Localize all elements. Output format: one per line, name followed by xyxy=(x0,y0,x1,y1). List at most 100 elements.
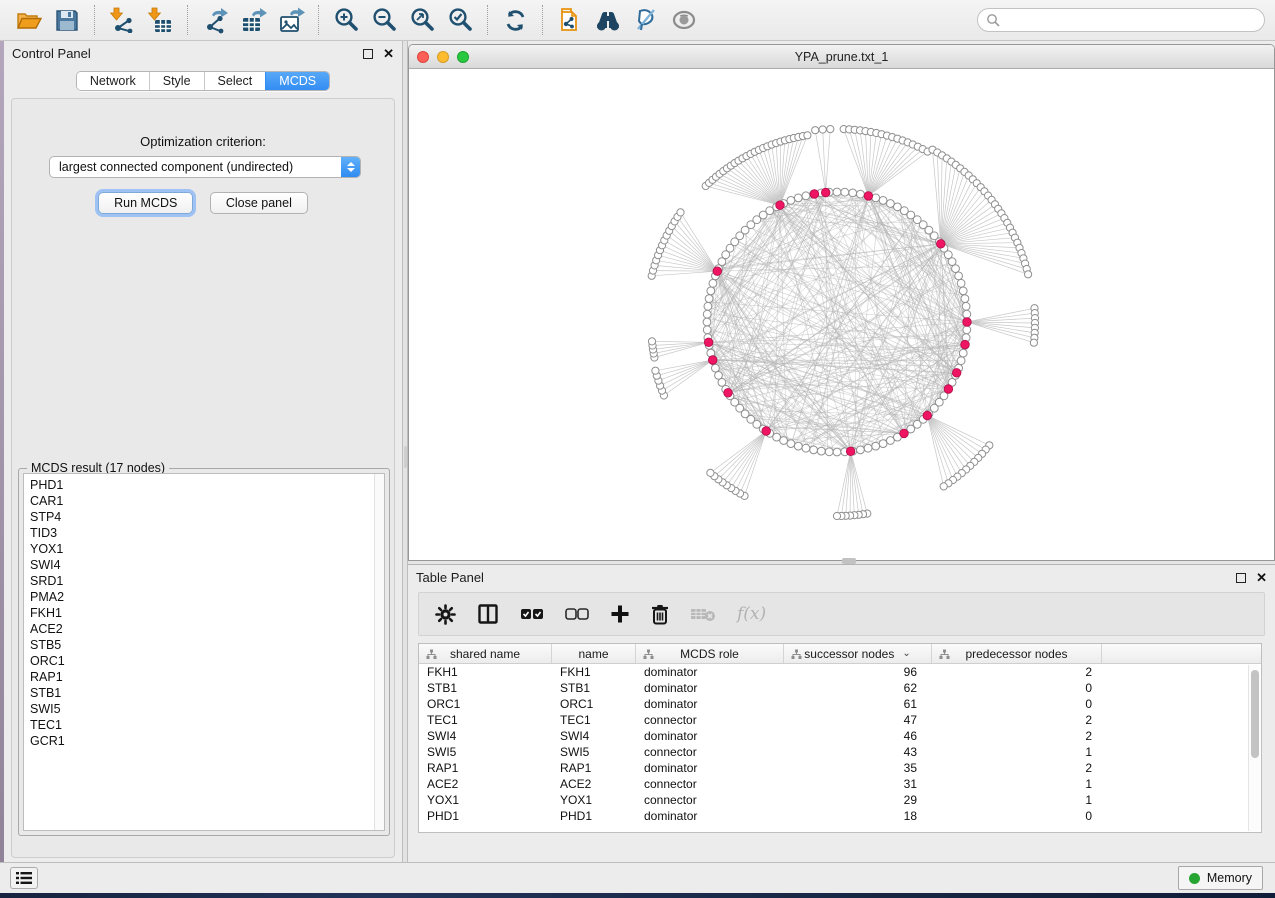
network-canvas[interactable] xyxy=(409,69,1274,560)
memory-label: Memory xyxy=(1207,871,1252,885)
search-field[interactable] xyxy=(977,8,1265,32)
import-network-button[interactable] xyxy=(106,4,138,36)
mcds-result-node[interactable]: PMA2 xyxy=(30,589,378,605)
tab-style[interactable]: Style xyxy=(149,72,204,90)
mcds-result-node[interactable]: PHD1 xyxy=(30,477,378,493)
table-row[interactable]: PHD1 PHD1 dominator 18 0 xyxy=(419,808,1261,824)
mcds-result-node[interactable]: STB5 xyxy=(30,637,378,653)
network-view-window: YPA_prune.txt_1 xyxy=(408,44,1275,561)
select-all-button[interactable] xyxy=(520,607,544,621)
table-row[interactable]: ORC1 ORC1 dominator 61 0 xyxy=(419,696,1261,712)
run-mcds-button[interactable]: Run MCDS xyxy=(98,192,193,214)
mcds-result-node[interactable]: TID3 xyxy=(30,525,378,541)
mcds-result-node[interactable]: STB1 xyxy=(30,685,378,701)
export-network-icon xyxy=(202,7,229,34)
sort-descending-icon[interactable]: ⌄ xyxy=(902,648,910,659)
column-header-mcds-role[interactable]: MCDS role xyxy=(636,644,784,663)
mcds-result-node[interactable]: TEC1 xyxy=(30,717,378,733)
splitter-handle[interactable] xyxy=(404,446,407,468)
table-row[interactable]: FKH1 FKH1 dominator 96 2 xyxy=(419,664,1261,680)
clone-network-icon xyxy=(556,6,584,34)
zoom-in-button[interactable] xyxy=(330,4,362,36)
table-row[interactable]: SWI5 SWI5 connector 43 1 xyxy=(419,744,1261,760)
mcds-result-node[interactable]: GCR1 xyxy=(30,733,378,749)
table-row[interactable]: ACE2 ACE2 connector 31 1 xyxy=(419,776,1261,792)
column-header-predecessor-nodes[interactable]: predecessor nodes xyxy=(932,644,1102,663)
save-icon xyxy=(54,7,80,33)
table-scrollbar[interactable] xyxy=(1248,665,1260,831)
close-panel-icon[interactable]: ✕ xyxy=(1256,573,1267,583)
mcds-result-node[interactable]: ACE2 xyxy=(30,621,378,637)
mcds-result-node[interactable]: SWI5 xyxy=(30,701,378,717)
mcds-result-node[interactable]: STP4 xyxy=(30,509,378,525)
export-image-button[interactable] xyxy=(275,4,307,36)
table-settings-button[interactable] xyxy=(435,604,456,625)
mcds-result-list[interactable]: PHD1CAR1STP4TID3YOX1SWI4SRD1PMA2FKH1ACE2… xyxy=(23,473,385,831)
table-row[interactable]: TEC1 TEC1 connector 47 2 xyxy=(419,712,1261,728)
main-toolbar xyxy=(0,0,1275,41)
node-table-header: shared name name MCDS role successor nod… xyxy=(419,644,1261,664)
table-row[interactable]: STB1 STB1 dominator 62 0 xyxy=(419,680,1261,696)
table-panel: Table Panel ✕ xyxy=(408,564,1275,858)
tab-mcds[interactable]: MCDS xyxy=(265,72,329,90)
mcds-list-scrollbar[interactable] xyxy=(374,474,384,830)
function-builder-button[interactable]: f(x) xyxy=(737,604,766,624)
mcds-result-node[interactable]: RAP1 xyxy=(30,669,378,685)
memory-button[interactable]: Memory xyxy=(1178,866,1263,890)
refresh-icon xyxy=(502,7,529,34)
search-input[interactable] xyxy=(1005,13,1256,27)
column-header-name[interactable]: name xyxy=(552,644,636,663)
graphics-details-icon xyxy=(632,7,660,33)
tab-network[interactable]: Network xyxy=(77,72,149,90)
search-network-button[interactable] xyxy=(592,4,624,36)
memory-status-icon xyxy=(1189,873,1200,884)
clone-network-button[interactable] xyxy=(554,4,586,36)
column-header-shared-name[interactable]: shared name xyxy=(419,644,552,663)
unselect-all-button[interactable] xyxy=(565,607,589,621)
zoom-selected-button[interactable] xyxy=(444,4,476,36)
float-panel-icon[interactable] xyxy=(363,49,373,59)
delete-entry-button[interactable] xyxy=(651,604,669,625)
mcds-result-node[interactable]: ORC1 xyxy=(30,653,378,669)
import-table-button[interactable] xyxy=(144,4,176,36)
status-bar: Memory xyxy=(0,862,1275,893)
float-panel-icon[interactable] xyxy=(1236,573,1246,583)
open-folder-icon xyxy=(15,6,43,34)
column-header-successor-nodes[interactable]: successor nodes ⌄ xyxy=(784,644,932,663)
close-panel-icon[interactable]: ✕ xyxy=(383,49,394,59)
mcds-result-node[interactable]: CAR1 xyxy=(30,493,378,509)
trash-icon xyxy=(651,604,669,625)
show-hide-panels-button[interactable] xyxy=(668,4,700,36)
attribute-icon xyxy=(643,649,654,660)
close-panel-button[interactable]: Close panel xyxy=(210,192,308,214)
import-table-icon xyxy=(147,7,173,33)
unselect-all-icon xyxy=(565,607,589,621)
binoculars-icon xyxy=(593,7,623,33)
zoom-fit-button[interactable] xyxy=(406,4,438,36)
save-session-button[interactable] xyxy=(51,4,83,36)
table-row[interactable]: YOX1 YOX1 connector 29 1 xyxy=(419,792,1261,808)
table-row[interactable]: RAP1 RAP1 dominator 35 2 xyxy=(419,760,1261,776)
toggle-graphics-details-button[interactable] xyxy=(630,4,662,36)
tab-select[interactable]: Select xyxy=(204,72,266,90)
add-entry-button[interactable] xyxy=(610,604,630,624)
table-panel-header: Table Panel ✕ xyxy=(408,565,1275,590)
mcds-result-node[interactable]: SWI4 xyxy=(30,557,378,573)
export-table-button[interactable] xyxy=(237,4,269,36)
delete-table-button[interactable] xyxy=(690,606,716,622)
open-session-button[interactable] xyxy=(13,4,45,36)
network-graph[interactable] xyxy=(409,69,1274,560)
tasks-button[interactable] xyxy=(10,867,38,889)
table-row[interactable]: SWI4 SWI4 dominator 46 2 xyxy=(419,728,1261,744)
optimization-criterion-select[interactable]: largest connected component (undirected) xyxy=(49,156,361,178)
zoom-out-button[interactable] xyxy=(368,4,400,36)
show-column-button[interactable] xyxy=(477,603,499,625)
network-window-titlebar[interactable]: YPA_prune.txt_1 xyxy=(409,45,1274,69)
mcds-result-node[interactable]: SRD1 xyxy=(30,573,378,589)
mcds-result-node[interactable]: YOX1 xyxy=(30,541,378,557)
table-scrollbar-thumb[interactable] xyxy=(1251,670,1259,758)
attribute-icon xyxy=(426,649,437,660)
refresh-view-button[interactable] xyxy=(499,4,531,36)
export-network-button[interactable] xyxy=(199,4,231,36)
mcds-result-node[interactable]: FKH1 xyxy=(30,605,378,621)
